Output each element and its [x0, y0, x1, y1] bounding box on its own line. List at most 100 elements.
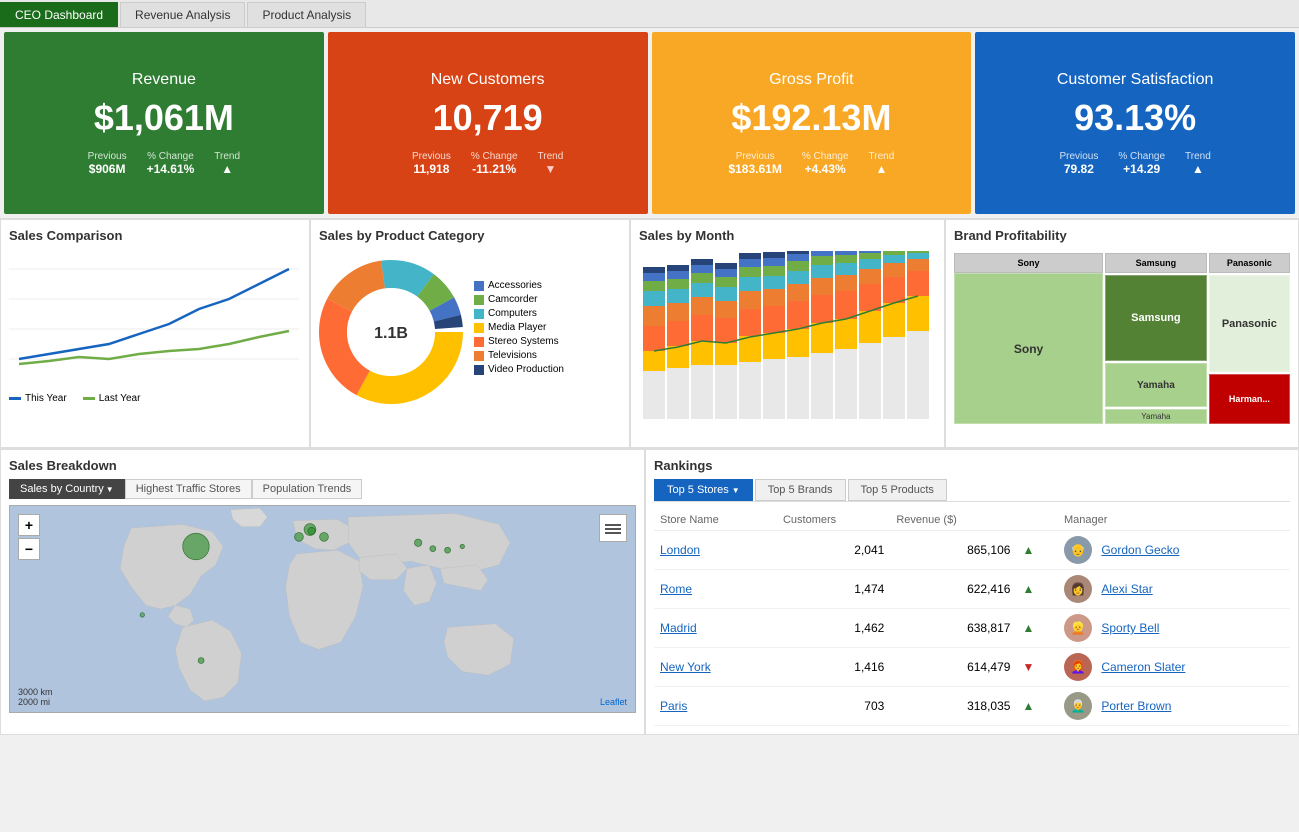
- treemap-yamaha-label: Yamaha: [1105, 409, 1207, 424]
- kpi-satisfaction-value: 93.13%: [1074, 97, 1196, 139]
- customers-cell: 1,416: [777, 648, 890, 687]
- trend-cell: ▲: [1016, 531, 1058, 570]
- legend-accessories: Accessories: [474, 280, 564, 291]
- treemap-samsung-cell: Samsung: [1105, 275, 1207, 361]
- last-year-dot: [83, 397, 95, 400]
- sales-breakdown-title: Sales Breakdown: [9, 458, 636, 473]
- col-customers: Customers: [777, 510, 890, 531]
- manager-link[interactable]: Sporty Bell: [1101, 621, 1159, 635]
- tab-bar: CEO Dashboard Revenue Analysis Product A…: [0, 0, 1299, 28]
- bar-chart-svg: [641, 251, 934, 419]
- tab-product-analysis[interactable]: Product Analysis: [247, 2, 366, 27]
- store-link[interactable]: London: [660, 543, 700, 557]
- bottom-row: Sales Breakdown Sales by Country ▼ Highe…: [0, 448, 1299, 735]
- store-link[interactable]: Rome: [660, 582, 692, 596]
- map-scale: 3000 km 2000 mi: [18, 687, 53, 707]
- world-map-svg: [10, 506, 635, 712]
- tab-sales-by-country[interactable]: Sales by Country ▼: [9, 479, 125, 499]
- customers-cell: 2,041: [777, 531, 890, 570]
- map-attribution[interactable]: Leaflet: [600, 697, 627, 707]
- treemap-sony-header: Sony: [954, 253, 1103, 273]
- sales-month-title: Sales by Month: [639, 228, 936, 243]
- legend-stereo: Stereo Systems: [474, 336, 564, 347]
- trend-cell: ▲: [1016, 609, 1058, 648]
- trend-cell: ▲: [1016, 687, 1058, 726]
- manager-cell: 👨‍🦳 Porter Brown: [1058, 687, 1290, 726]
- tab-top-products[interactable]: Top 5 Products: [848, 479, 947, 501]
- tab-population-trends[interactable]: Population Trends: [252, 479, 363, 499]
- table-row: Rome 1,474 622,416 ▲ 👩 Alexi Star: [654, 570, 1290, 609]
- middle-row: Sales Comparison This Year Last Yea: [0, 218, 1299, 448]
- manager-link[interactable]: Alexi Star: [1101, 582, 1152, 596]
- store-name-cell: Paris: [654, 687, 777, 726]
- legend-televisions: Televisions: [474, 350, 564, 361]
- store-name-cell: Madrid: [654, 609, 777, 648]
- manager-link[interactable]: Gordon Gecko: [1101, 543, 1179, 557]
- treemap-samsung-col: Samsung Samsung Yamaha Yamaha: [1105, 253, 1207, 424]
- kpi-satisfaction-previous: Previous 79.82: [1059, 151, 1098, 176]
- tab-ceo-dashboard[interactable]: CEO Dashboard: [0, 2, 118, 27]
- store-name-cell: London: [654, 531, 777, 570]
- revenue-cell: 865,106: [890, 531, 1016, 570]
- sales-comparison-title: Sales Comparison: [9, 228, 301, 243]
- manager-cell: 👩‍🦰 Cameron Slater: [1058, 648, 1290, 687]
- tab-revenue-analysis[interactable]: Revenue Analysis: [120, 2, 245, 27]
- rankings-tabs: Top 5 Stores ▼ Top 5 Brands Top 5 Produc…: [654, 479, 1290, 502]
- kpi-satisfaction-change: % Change +14.29: [1118, 151, 1165, 176]
- kpi-revenue-trend: Trend ▲: [214, 151, 240, 176]
- map-zoom-in-button[interactable]: +: [18, 514, 40, 536]
- map-zoom-out-button[interactable]: −: [18, 538, 40, 560]
- kpi-satisfaction: Customer Satisfaction 93.13% Previous 79…: [975, 32, 1295, 214]
- col-revenue: Revenue ($): [890, 510, 1016, 531]
- store-name-cell: New York: [654, 648, 777, 687]
- layers-icon: [605, 520, 621, 536]
- map-area: + − 3000 km 2000 mi Leaflet: [9, 505, 636, 713]
- kpi-customers: New Customers 10,719 Previous 11,918 % C…: [328, 32, 648, 214]
- table-row: New York 1,416 614,479 ▼ 👩‍🦰 Cameron Sla…: [654, 648, 1290, 687]
- sales-product-panel: Sales by Product Category 1.1B: [310, 219, 630, 448]
- sales-month-panel: Sales by Month: [630, 219, 945, 448]
- kpi-gross-profit: Gross Profit $192.13M Previous $183.61M …: [652, 32, 972, 214]
- map-layer-button[interactable]: [599, 514, 627, 542]
- svg-text:1.1B: 1.1B: [374, 325, 408, 342]
- trend-cell: ▼: [1016, 648, 1058, 687]
- table-row: London 2,041 865,106 ▲ 👴 Gordon Gecko: [654, 531, 1290, 570]
- tab-top-brands[interactable]: Top 5 Brands: [755, 479, 846, 501]
- donut-area: 1.1B Accessories Camcorder Computers: [319, 249, 621, 409]
- revenue-cell: 638,817: [890, 609, 1016, 648]
- kpi-customers-value: 10,719: [433, 97, 543, 139]
- treemap-panasonic-header: Panasonic: [1209, 253, 1290, 273]
- manager-avatar: 👨‍🦳: [1064, 692, 1092, 720]
- rankings-table: Store Name Customers Revenue ($) Manager…: [654, 510, 1290, 726]
- manager-cell: 👱 Sporty Bell: [1058, 609, 1290, 648]
- sales-breakdown-panel: Sales Breakdown Sales by Country ▼ Highe…: [0, 449, 645, 735]
- kpi-revenue-title: Revenue: [132, 71, 196, 89]
- kpi-customers-trend: Trend ▼: [538, 151, 564, 176]
- store-name-cell: Rome: [654, 570, 777, 609]
- manager-link[interactable]: Cameron Slater: [1101, 660, 1185, 674]
- manager-avatar: 👱: [1064, 614, 1092, 642]
- store-link[interactable]: Paris: [660, 699, 687, 713]
- treemap-harman-cell: Harman...: [1209, 374, 1290, 424]
- donut-chart-svg: 1.1B: [319, 252, 464, 407]
- treemap-samsung-header: Samsung: [1105, 253, 1207, 273]
- donut-legend: Accessories Camcorder Computers Media Pl…: [474, 280, 564, 378]
- customers-cell: 1,462: [777, 609, 890, 648]
- manager-avatar: 👴: [1064, 536, 1092, 564]
- revenue-cell: 622,416: [890, 570, 1016, 609]
- tab-highest-traffic[interactable]: Highest Traffic Stores: [125, 479, 252, 499]
- store-link[interactable]: Madrid: [660, 621, 697, 635]
- kpi-gross-profit-title: Gross Profit: [769, 71, 853, 89]
- kpi-customers-footer: Previous 11,918 % Change -11.21% Trend ▼: [412, 151, 563, 176]
- tab-top-stores[interactable]: Top 5 Stores ▼: [654, 479, 753, 501]
- legend-media-player: Media Player: [474, 322, 564, 333]
- revenue-cell: 318,035: [890, 687, 1016, 726]
- rankings-title: Rankings: [654, 458, 1290, 473]
- customers-cell: 703: [777, 687, 890, 726]
- sales-comparison-legend: This Year Last Year: [9, 393, 301, 404]
- table-row: Madrid 1,462 638,817 ▲ 👱 Sporty Bell: [654, 609, 1290, 648]
- brand-profitability-title: Brand Profitability: [954, 228, 1290, 243]
- store-link[interactable]: New York: [660, 660, 711, 674]
- manager-link[interactable]: Porter Brown: [1101, 699, 1171, 713]
- legend-camcorder: Camcorder: [474, 294, 564, 305]
